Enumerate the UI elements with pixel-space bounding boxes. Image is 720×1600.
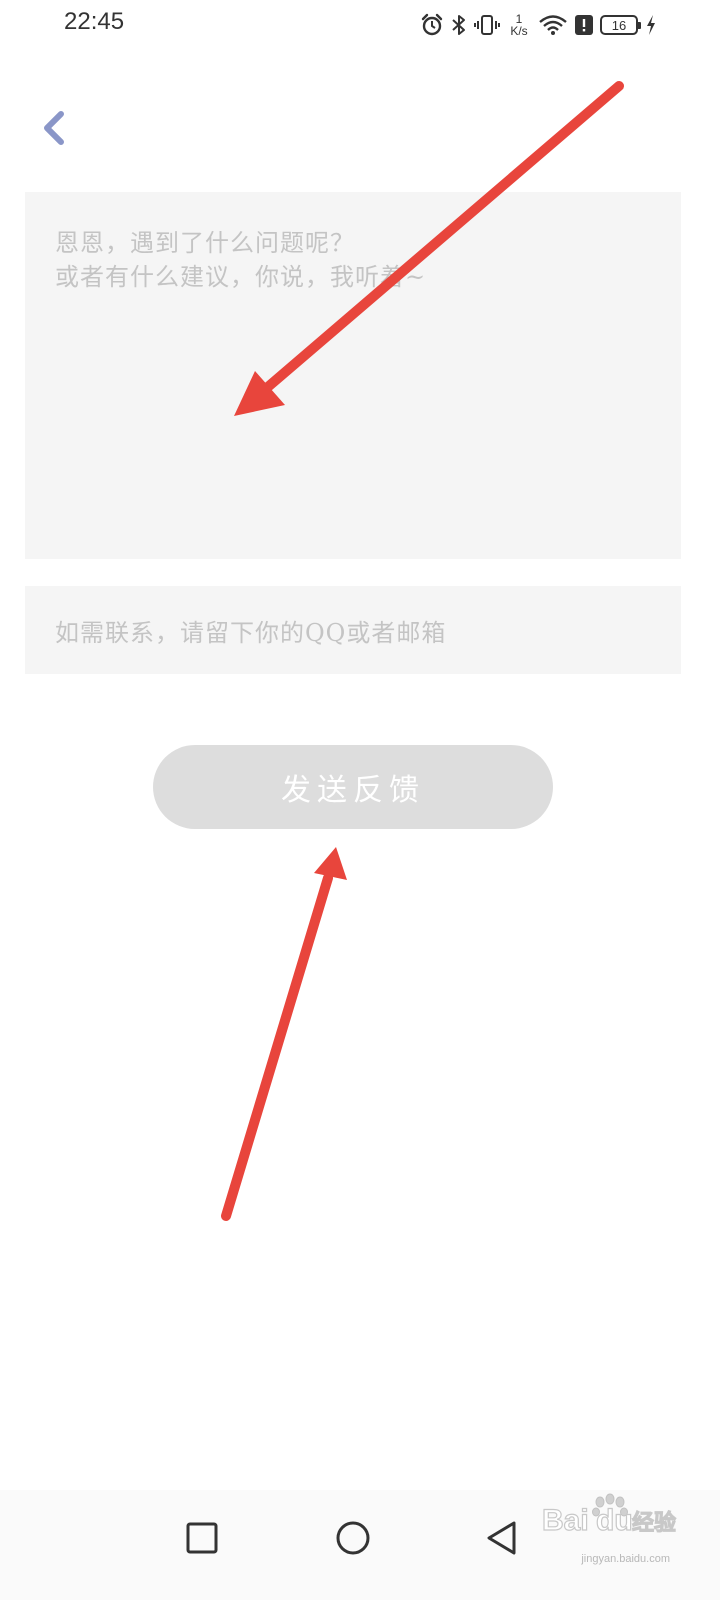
send-feedback-button[interactable]: 发送反馈 (153, 745, 553, 829)
navigation-bar (0, 1490, 720, 1600)
net-speed-unit: K/s (510, 24, 528, 38)
feedback-textarea[interactable]: 恩恩，遇到了什么问题呢？ 或者有什么建议，你说，我听着~ (25, 192, 681, 559)
wifi-icon (538, 13, 568, 37)
triangle-back-icon (487, 1521, 516, 1555)
bluetooth-icon (450, 13, 468, 37)
feedback-screen: 22:45 1 K/s 16 恩恩，遇到了什么问题呢？ 或者有什么建议，你说，我… (0, 0, 720, 1600)
circle-icon (336, 1521, 370, 1555)
alarm-icon (420, 13, 444, 37)
contact-input[interactable]: 如需联系，请留下你的QQ或者邮箱 (25, 586, 681, 674)
back-button[interactable] (34, 106, 74, 150)
nav-back-button[interactable] (472, 1508, 532, 1568)
chevron-left-icon (44, 111, 64, 145)
status-icons: 1 K/s 16 (420, 10, 658, 40)
feedback-placeholder: 恩恩，遇到了什么问题呢？ 或者有什么建议，你说，我听着~ (55, 229, 427, 291)
contact-placeholder: 如需联系，请留下你的QQ或者邮箱 (55, 618, 447, 647)
status-bar: 22:45 1 K/s 16 (0, 0, 720, 50)
net-speed: 1 K/s (506, 13, 532, 37)
arrow-to-send-button (221, 847, 347, 1221)
recent-apps-button[interactable] (172, 1508, 232, 1568)
send-feedback-label: 发送反馈 (281, 773, 425, 808)
battery-icon: 16 (600, 15, 641, 35)
home-button[interactable] (323, 1508, 383, 1568)
charging-icon (644, 13, 658, 37)
vibrate-icon (474, 13, 500, 37)
alert-icon (574, 13, 594, 37)
square-icon (186, 1522, 218, 1554)
status-time: 22:45 (64, 8, 125, 35)
